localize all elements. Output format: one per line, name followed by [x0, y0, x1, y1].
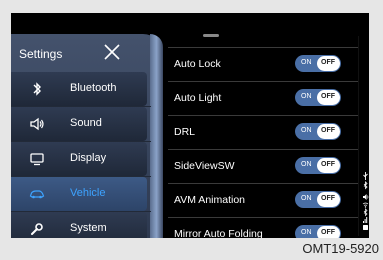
- wrench-icon: [31, 223, 43, 235]
- sidebar-item-bluetooth[interactable]: Bluetooth: [11, 72, 151, 107]
- close-icon: [104, 44, 120, 60]
- sidebar-item-vehicle[interactable]: Vehicle: [11, 177, 151, 212]
- toggle-on-label: ON: [301, 229, 312, 236]
- sidebar-item-label: System: [70, 222, 107, 234]
- scroll-track: [358, 36, 359, 236]
- toggle-on-label: ON: [301, 93, 312, 100]
- sidebar-item-label: Bluetooth: [70, 82, 117, 94]
- drl-toggle[interactable]: ON OFF: [295, 123, 341, 140]
- toggle-off-label: OFF: [321, 127, 335, 134]
- setting-label: SideViewSW: [174, 160, 235, 172]
- toggle-on-label: ON: [301, 59, 312, 66]
- auto-light-toggle[interactable]: ON OFF: [295, 89, 341, 106]
- toggle-off-label: OFF: [321, 195, 335, 202]
- settings-sidebar: Settings Bluetooth Sound Display Vehicle…: [11, 34, 163, 238]
- setting-row-auto-lock: Auto Lock ON OFF: [168, 47, 358, 82]
- setting-row-avm-animation: AVM Animation ON OFF: [168, 184, 358, 218]
- toggle-off-label: OFF: [321, 161, 335, 168]
- bluetooth-icon: [33, 82, 41, 96]
- toggle-on-label: ON: [301, 127, 312, 134]
- bluetooth-status-icon: [363, 181, 368, 190]
- battery-icon: [363, 225, 368, 230]
- setting-label: Mirror Auto Folding: [174, 228, 263, 238]
- toggle-on-label: ON: [301, 195, 312, 202]
- auto-lock-toggle[interactable]: ON OFF: [295, 55, 341, 72]
- sideview-toggle[interactable]: ON OFF: [295, 157, 341, 174]
- monitor-icon: [30, 153, 44, 166]
- toggle-off-label: OFF: [321, 93, 335, 100]
- drag-handle[interactable]: [203, 34, 219, 37]
- setting-row-mirror-auto-folding: Mirror Auto Folding ON OFF: [168, 218, 358, 238]
- toggle-off-label: OFF: [321, 59, 335, 66]
- sidebar-menu: Bluetooth Sound Display Vehicle System: [11, 72, 151, 238]
- toggle-off-label: OFF: [321, 229, 335, 236]
- signal-icon: [363, 217, 368, 223]
- setting-label: Auto Light: [174, 92, 222, 104]
- toggle-on-label: ON: [301, 161, 312, 168]
- sidebar-item-system[interactable]: System: [11, 212, 151, 238]
- setting-label: AVM Animation: [174, 194, 246, 206]
- head-unit-screen: Settings Bluetooth Sound Display Vehicle…: [11, 13, 369, 238]
- sidebar-item-label: Vehicle: [70, 187, 106, 199]
- setting-row-sideview: SideViewSW ON OFF: [168, 150, 358, 184]
- sidebar-title: Settings: [19, 47, 63, 61]
- sidebar-item-sound[interactable]: Sound: [11, 107, 151, 142]
- setting-row-drl: DRL ON OFF: [168, 116, 358, 150]
- usb-icon: [363, 172, 368, 180]
- avm-animation-toggle[interactable]: ON OFF: [295, 191, 341, 208]
- sidebar-edge: [150, 34, 163, 238]
- wifi-icon: [362, 202, 369, 208]
- speaker-icon: [30, 117, 44, 131]
- setting-row-auto-light: Auto Light ON OFF: [168, 82, 358, 116]
- sidebar-item-display[interactable]: Display: [11, 142, 151, 177]
- setting-label: DRL: [174, 126, 196, 138]
- sidebar-item-label: Sound: [70, 117, 102, 129]
- sidebar-header: Settings: [11, 34, 151, 72]
- setting-label: Auto Lock: [174, 58, 221, 70]
- mirror-auto-folding-toggle[interactable]: ON OFF: [295, 225, 341, 238]
- status-bar: [362, 171, 369, 231]
- sidebar-item-label: Display: [70, 152, 107, 164]
- close-button[interactable]: [102, 42, 122, 62]
- bluetooth-small-icon: [363, 208, 368, 217]
- car-icon: [29, 190, 45, 199]
- volume-icon: [363, 194, 369, 200]
- figure-code: OMT19-5920: [302, 241, 379, 256]
- vehicle-settings-list: Auto Lock ON OFF Auto Light ON OFF DRL O…: [168, 47, 358, 238]
